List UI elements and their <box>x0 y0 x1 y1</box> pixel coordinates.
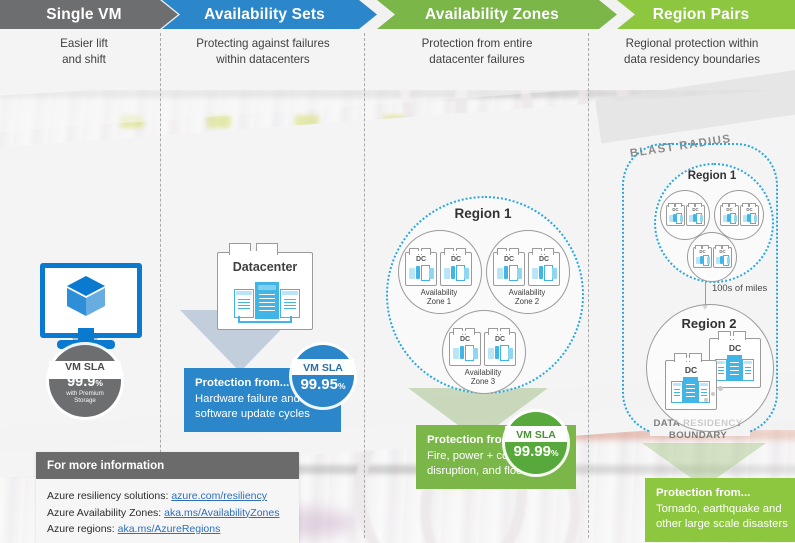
stage-chevron-availability-sets[interactable]: Availability Sets <box>162 0 377 29</box>
vm-sla-value: 99.99 <box>513 442 551 460</box>
stage-label-region-pairs: Region Pairs <box>652 5 750 23</box>
dc-label: DC <box>719 249 726 254</box>
replication-dot-2 <box>711 392 715 396</box>
column-subtitle-region-pairs: Regional protection within data residenc… <box>624 37 760 66</box>
stage-label-availability-zones: Availability Zones <box>425 5 559 23</box>
more-information-box: For more information Azure resiliency so… <box>36 452 299 543</box>
region2-label: Region 2 <box>681 316 737 331</box>
dc-label: DC <box>538 256 550 263</box>
dc-label: DC <box>728 343 742 353</box>
dc-label: DC <box>459 336 471 343</box>
region-pairs-callout-title: Protection from... <box>656 487 751 499</box>
column-divider-2 <box>364 33 365 538</box>
vm-sla-percent: % <box>95 378 103 388</box>
vm-sla-caption: VM SLA <box>303 361 343 374</box>
dc-label: DC <box>684 365 698 375</box>
info-link-label-3: Azure regions: <box>47 523 118 535</box>
infographic-canvas: Single VM Availability Sets Availability… <box>0 0 795 543</box>
info-link-label-2: Azure Availability Zones: <box>47 506 165 519</box>
datacenter-roof-join <box>231 251 274 255</box>
region2-dc-right-roof-join <box>720 336 743 339</box>
dc-label: DC <box>415 256 427 263</box>
info-link-url-1[interactable]: azure.com/resiliency <box>171 490 267 502</box>
vm-sla-percent: % <box>550 447 559 458</box>
region-pairs-callout-body: Tornado, earthquake and other large scal… <box>656 503 788 530</box>
vm-sla-note: with Premium Storage <box>66 390 104 404</box>
availability-zone-1-label: Availability Zone 1 <box>420 288 458 306</box>
distance-label: 100s of miles <box>712 282 768 293</box>
region2-dc-left-roof-join <box>676 358 699 361</box>
datacenter-label: Datacenter <box>232 260 298 274</box>
stage-label-single-vm: Single VM <box>46 5 122 23</box>
dc-label: DC <box>672 207 679 212</box>
stage-chevron-availability-zones[interactable]: Availability Zones <box>377 0 617 29</box>
info-link-row-1: Azure resiliency solutions: azure.com/re… <box>47 488 288 505</box>
column-subtitle-availability-zones: Protection from entire datacenter failur… <box>421 37 533 66</box>
replication-dot-1 <box>718 386 723 391</box>
vm-sla-percent: % <box>337 380 346 391</box>
vm-sla-badge-availability-sets: VM SLA 99.95 % <box>292 345 354 407</box>
info-link-row-3: Azure regions: aka.ms/AzureRegions <box>47 521 288 538</box>
stage-chevron-region-pairs[interactable]: Region Pairs <box>617 0 795 29</box>
dc-label: DC <box>503 256 515 263</box>
column-subtitle-single-vm: Easier lift and shift <box>60 37 108 66</box>
dc-label: DC <box>699 249 706 254</box>
column-subtitle-availability-sets: Protecting against failures within datac… <box>196 37 330 66</box>
vm-sla-badge-availability-zones: VM SLA 99.99 % <box>505 412 567 474</box>
dc-label: DC <box>450 256 462 263</box>
stage-chevron-single-vm[interactable]: Single VM <box>0 0 178 29</box>
more-information-title: For more information <box>36 452 299 479</box>
datacenter-icon: Datacenter <box>217 252 313 330</box>
vm-sla-caption: VM SLA <box>65 361 105 373</box>
vm-cube-icon <box>67 276 105 316</box>
vm-sla-caption: VM SLA <box>516 428 556 441</box>
info-link-url-2[interactable]: aka.ms/AvailabilityZones <box>164 507 279 519</box>
region2-dc-left: DC <box>665 360 717 410</box>
vm-sla-badge-single-vm: VM SLA 99.9 % with Premium Storage <box>49 345 121 417</box>
info-link-url-3[interactable]: aka.ms/AzureRegions <box>118 523 221 535</box>
dc-label: DC <box>726 207 733 212</box>
region-pairs-callout: Protection from... Tornado, earthquake a… <box>645 478 795 542</box>
info-link-row-2: Azure Availability Zones: aka.ms/Availab… <box>47 505 288 522</box>
info-link-label-1: Azure resiliency solutions: <box>47 490 172 502</box>
more-information-body: Azure resiliency solutions: azure.com/re… <box>36 479 299 543</box>
dc-label: DC <box>494 336 506 343</box>
region1-label: Region 1 <box>454 206 512 221</box>
region-pairs-region1-label: Region 1 <box>687 170 737 182</box>
column-divider-3 <box>588 33 589 538</box>
availability-zone-2-label: Availability Zone 2 <box>508 288 546 306</box>
dc-label: DC <box>746 207 753 212</box>
availability-zone-3-label: Availability Zone 3 <box>464 368 502 386</box>
vm-sla-value: 99.95 <box>300 375 338 393</box>
stage-header-bar: Single VM Availability Sets Availability… <box>0 0 795 29</box>
vm-sla-value: 99.9 <box>67 374 96 390</box>
availability-sets-callout-body: Hardware failure and software update cyc… <box>195 393 310 420</box>
stage-label-availability-sets: Availability Sets <box>204 5 325 23</box>
dc-label: DC <box>692 207 699 212</box>
replication-dot-3 <box>704 398 708 402</box>
